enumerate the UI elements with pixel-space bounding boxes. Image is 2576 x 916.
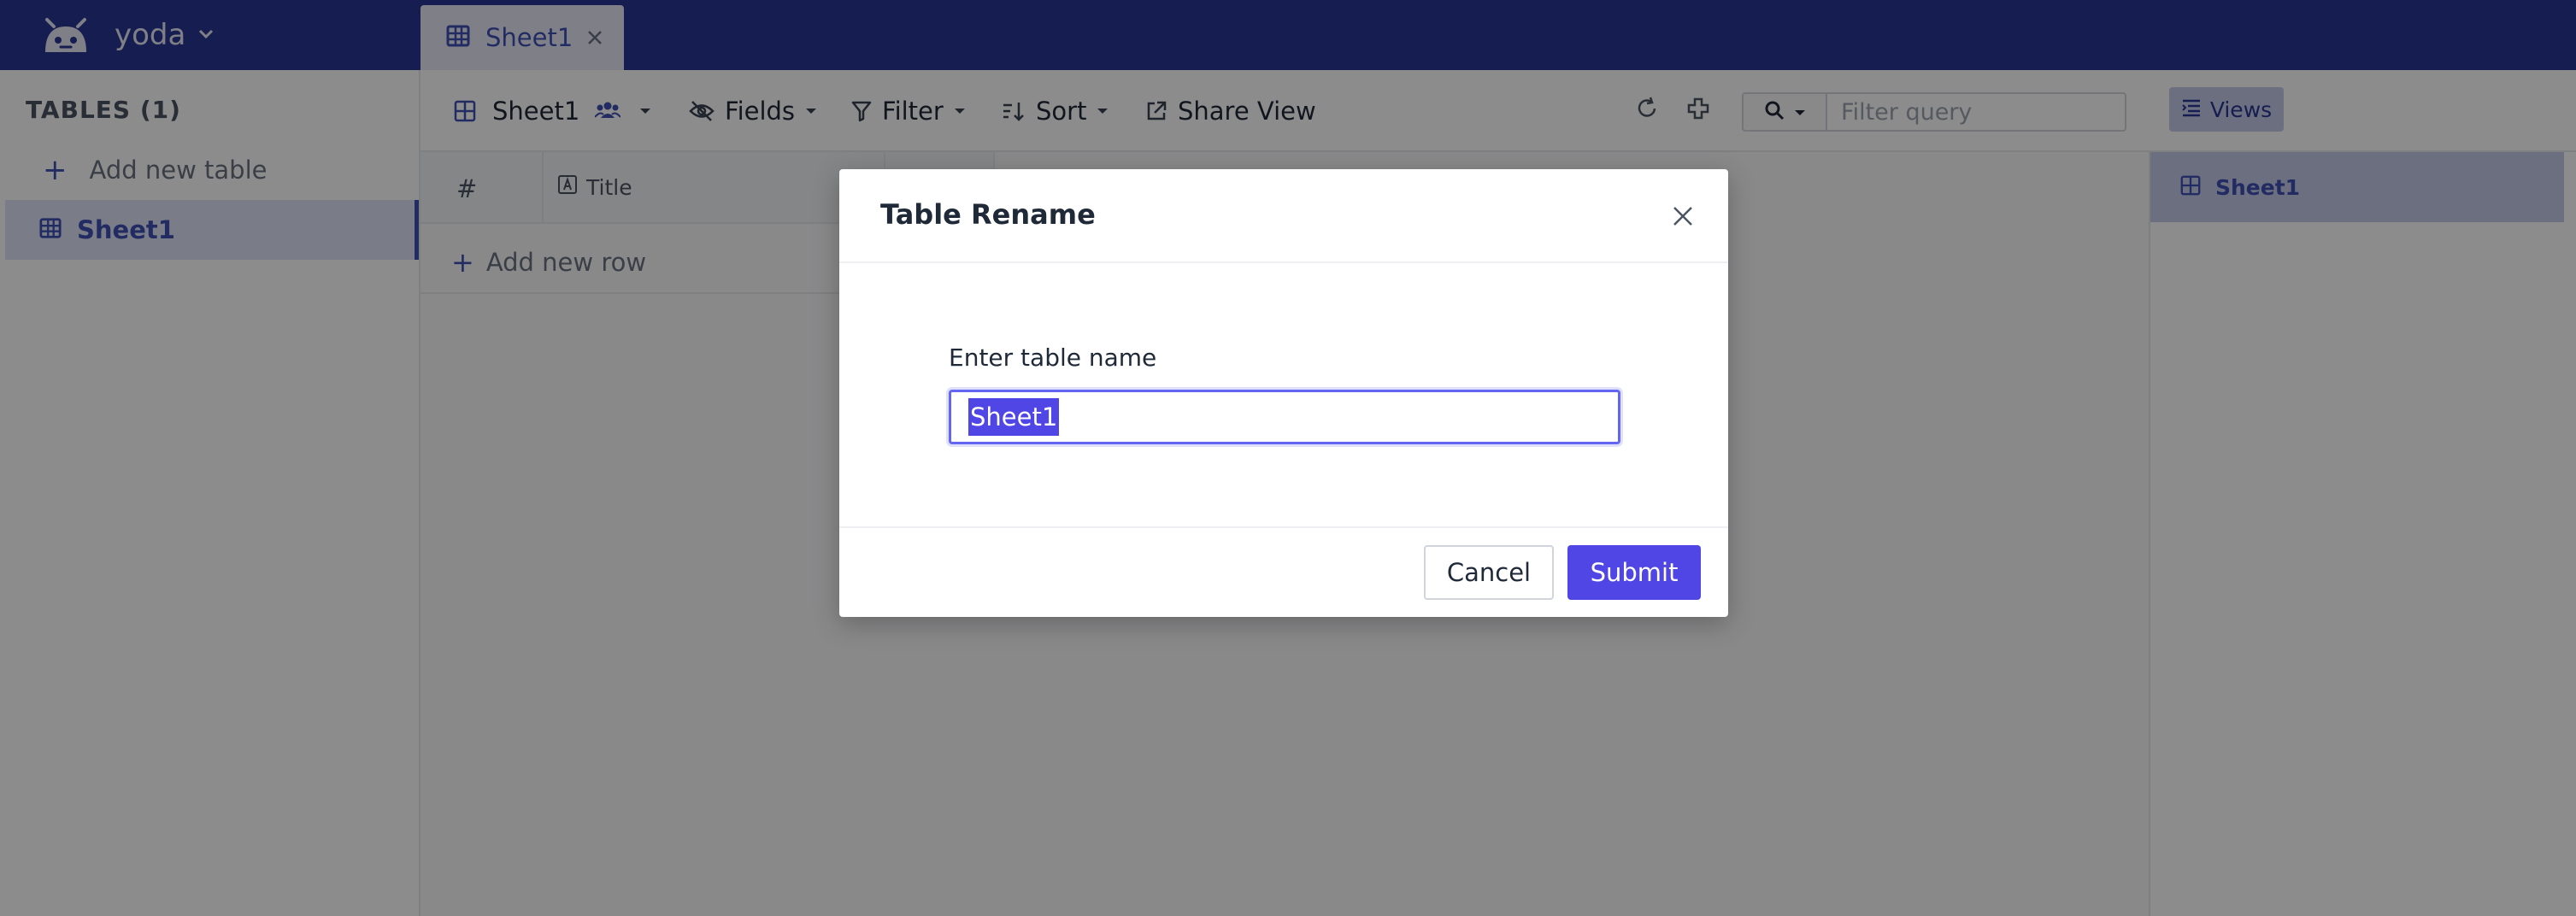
- close-icon[interactable]: [1670, 203, 1696, 229]
- table-name-label: Enter table name: [949, 344, 1157, 372]
- dialog-divider: [839, 526, 1728, 528]
- table-rename-dialog: Table Rename Enter table name Sheet1 Can…: [839, 169, 1728, 617]
- dialog-title: Table Rename: [880, 198, 1096, 231]
- cancel-button[interactable]: Cancel: [1424, 545, 1554, 600]
- dialog-divider: [839, 261, 1728, 263]
- table-name-input[interactable]: Sheet1: [949, 390, 1620, 444]
- table-name-value: Sheet1: [968, 398, 1060, 436]
- submit-button[interactable]: Submit: [1567, 545, 1701, 600]
